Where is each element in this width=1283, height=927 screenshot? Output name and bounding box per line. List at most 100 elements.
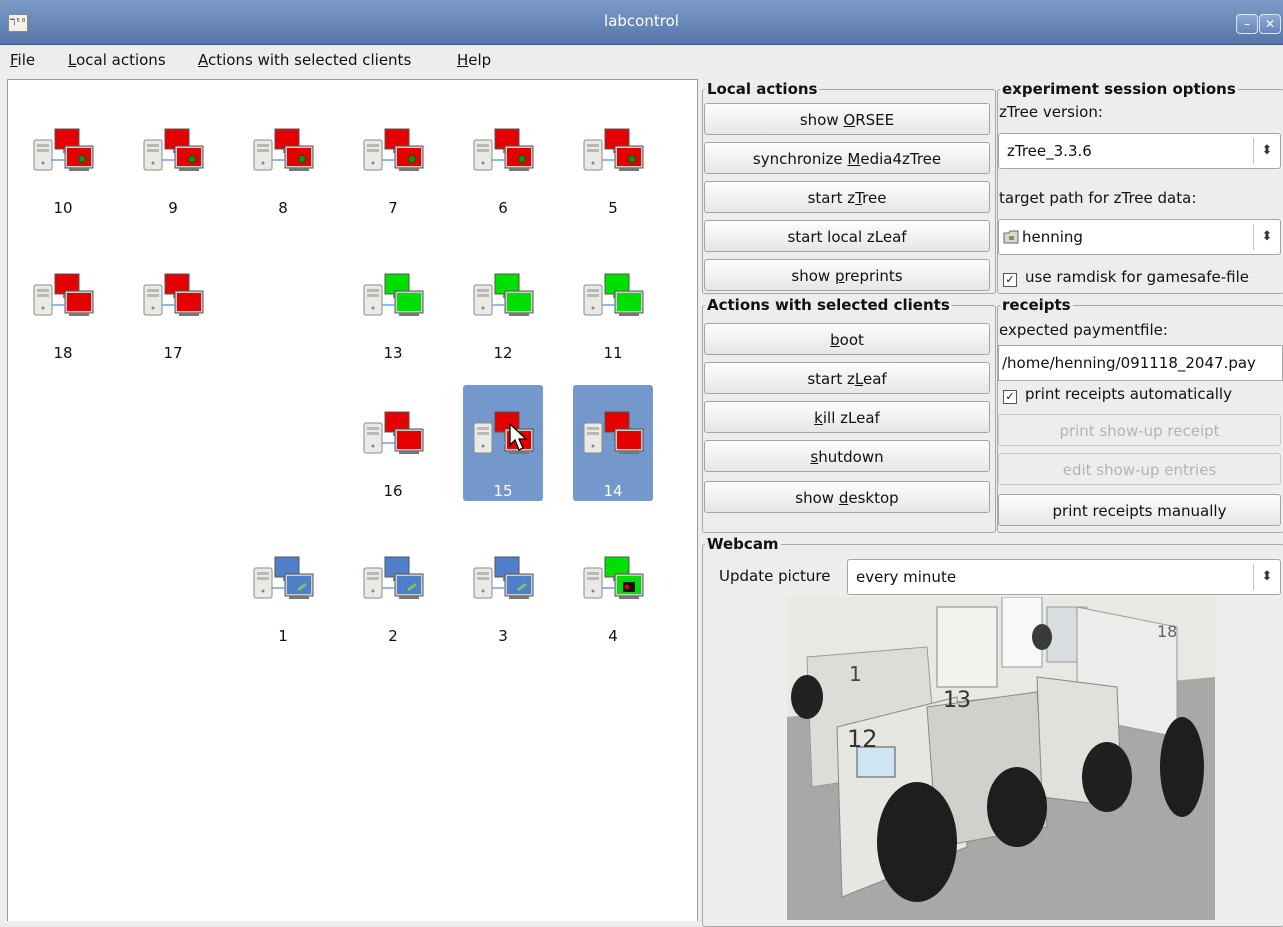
computer-icon — [253, 128, 315, 172]
client-6[interactable]: 6 — [463, 102, 543, 218]
cubicle-number-13: 13 — [943, 688, 971, 713]
client-10[interactable]: 10 — [23, 102, 103, 218]
client-label: 4 — [608, 627, 618, 645]
computer-icon — [363, 411, 425, 455]
edit-showup-entries-button[interactable]: edit show-up entries — [998, 453, 1281, 485]
kill-zleaf-button[interactable]: kill zLeaf — [704, 401, 990, 433]
title-bar: ℸ⁵⁰ labcontrol – ✕ — [0, 0, 1283, 45]
client-label: 15 — [493, 482, 513, 500]
minimize-button[interactable]: – — [1236, 14, 1258, 34]
print-showup-receipt-button[interactable]: print show-up receipt — [998, 414, 1281, 446]
computer-icon — [143, 128, 205, 172]
checkbox-icon[interactable]: ✓ — [1003, 273, 1017, 287]
receipts-legend: receipts — [1002, 296, 1071, 314]
show-preprints-button[interactable]: show preprints — [704, 259, 990, 291]
ztree-version-select[interactable]: zTree_3.3.6 ⬍ — [998, 133, 1281, 169]
computer-icon — [143, 273, 205, 317]
client-label: 12 — [493, 344, 513, 362]
client-label: 7 — [388, 199, 398, 217]
updown-arrow-icon: ⬍ — [1253, 564, 1280, 590]
print-receipts-manually-button[interactable]: print receipts manually — [998, 494, 1281, 526]
client-13[interactable]: 13 — [353, 247, 433, 363]
client-11[interactable]: 11 — [573, 247, 653, 363]
client-16[interactable]: 16 — [353, 385, 433, 501]
client-label: 10 — [53, 199, 73, 217]
client-label: 2 — [388, 627, 398, 645]
computer-icon — [363, 128, 425, 172]
shutdown-button[interactable]: shutdown — [704, 440, 990, 472]
start-local-zleaf-button[interactable]: start local zLeaf — [704, 220, 990, 252]
ztree-version-label: zTree version: — [999, 103, 1103, 121]
print-auto-checkbox[interactable]: ✓ print receipts automatically — [1003, 385, 1232, 404]
computer-icon — [473, 273, 535, 317]
target-path-label: target path for zTree data: — [999, 189, 1197, 207]
computer-icon — [33, 273, 95, 317]
client-label: 3 — [498, 627, 508, 645]
paymentfile-input[interactable]: /home/henning/091118_2047.pay — [998, 345, 1283, 381]
webcam-legend: Webcam — [707, 535, 779, 553]
folder-icon — [1003, 222, 1019, 256]
menu-file[interactable]: File — [10, 51, 35, 69]
client-9[interactable]: 9 — [133, 102, 213, 218]
client-2[interactable]: 2 — [353, 530, 433, 646]
window-title: labcontrol — [604, 12, 679, 30]
show-orsee-button[interactable]: show ORSEE — [704, 103, 990, 135]
computer-icon — [253, 556, 315, 600]
mouse-pointer-icon — [509, 422, 531, 453]
computer-icon — [473, 556, 535, 600]
cubicle-number-1: 1 — [849, 662, 862, 686]
menu-help[interactable]: Help — [457, 51, 491, 69]
ramdisk-checkbox[interactable]: ✓ use ramdisk for gamesafe-file — [1003, 268, 1249, 287]
local-actions-legend: Local actions — [707, 80, 818, 98]
client-label: 5 — [608, 199, 618, 217]
target-path-value: henning — [1022, 228, 1083, 246]
synchronize-media4ztree-button[interactable]: synchronize Media4zTree — [704, 142, 990, 174]
update-picture-select[interactable]: every minute ⬍ — [847, 559, 1281, 595]
client-8[interactable]: 8 — [243, 102, 323, 218]
start-zleaf-button[interactable]: start zLeaf — [704, 362, 990, 394]
computer-icon — [33, 128, 95, 172]
client-label: 11 — [603, 344, 623, 362]
ramdisk-label: use ramdisk for gamesafe-file — [1025, 268, 1249, 286]
boot-button[interactable]: boot — [704, 323, 990, 355]
webcam-image: 1 13 12 18 — [787, 597, 1215, 920]
cubicle-number-18: 18 — [1157, 622, 1177, 641]
session-options-legend: experiment session options — [1002, 80, 1236, 98]
computer-icon — [583, 411, 645, 455]
client-3[interactable]: 3 — [463, 530, 543, 646]
show-desktop-button[interactable]: show desktop — [704, 481, 990, 513]
client-label: 13 — [383, 344, 403, 362]
close-button[interactable]: ✕ — [1259, 14, 1281, 34]
client-actions-legend: Actions with selected clients — [707, 296, 950, 314]
computer-icon — [473, 128, 535, 172]
client-grid[interactable]: 10 9 8 7 6 5 18 17 13 12 11 16 15 14 1 2 3 4 — [7, 79, 698, 921]
computer-icon — [363, 556, 425, 600]
client-7[interactable]: 7 — [353, 102, 433, 218]
paymentfile-label: expected paymentfile: — [999, 321, 1168, 339]
computer-icon — [363, 273, 425, 317]
client-label: 18 — [53, 344, 73, 362]
target-path-select[interactable]: henning ⬍ — [998, 219, 1281, 255]
client-12[interactable]: 12 — [463, 247, 543, 363]
client-17[interactable]: 17 — [133, 247, 213, 363]
client-label: 17 — [163, 344, 183, 362]
computer-icon — [583, 273, 645, 317]
print-auto-label: print receipts automatically — [1025, 385, 1232, 403]
computer-icon — [583, 128, 645, 172]
client-18[interactable]: 18 — [23, 247, 103, 363]
computer-icon — [583, 556, 645, 600]
checkbox-icon[interactable]: ✓ — [1003, 390, 1017, 404]
client-14[interactable]: 14 — [573, 385, 653, 501]
client-label: 6 — [498, 199, 508, 217]
client-5[interactable]: 5 — [573, 102, 653, 218]
update-picture-label: Update picture — [719, 567, 831, 585]
menu-actions-selected-clients[interactable]: Actions with selected clients — [198, 51, 411, 69]
client-label: 9 — [168, 199, 178, 217]
client-label: 16 — [383, 482, 403, 500]
client-15[interactable]: 15 — [463, 385, 543, 501]
menu-local-actions[interactable]: Local actions — [68, 51, 166, 69]
client-4[interactable]: 4 — [573, 530, 653, 646]
start-ztree-button[interactable]: start zTree — [704, 181, 990, 213]
client-1[interactable]: 1 — [243, 530, 323, 646]
ztree-version-value: zTree_3.3.6 — [1007, 142, 1092, 160]
